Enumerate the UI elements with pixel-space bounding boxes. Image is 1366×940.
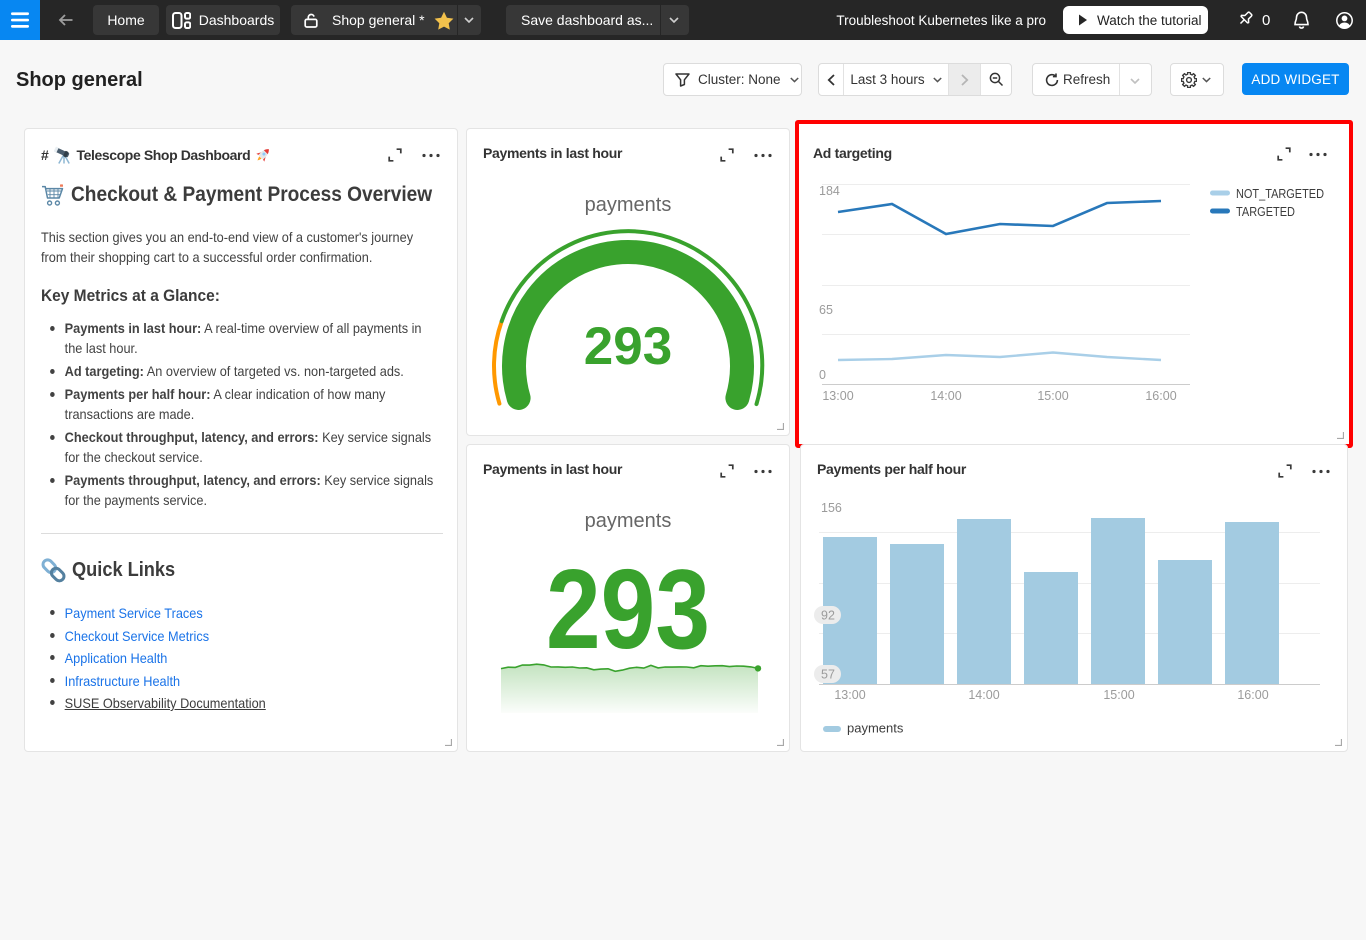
svg-text:14:00: 14:00 — [968, 688, 999, 702]
svg-text:156: 156 — [821, 501, 842, 515]
svg-text:92: 92 — [821, 609, 835, 623]
svg-text:65: 65 — [819, 303, 833, 317]
svg-text:15:00: 15:00 — [1103, 688, 1134, 702]
svg-text:NOT_TARGETED: NOT_TARGETED — [1236, 186, 1324, 201]
svg-text:13:00: 13:00 — [834, 688, 865, 702]
svg-text:57: 57 — [821, 668, 835, 682]
svg-text:184: 184 — [819, 184, 840, 198]
svg-text:payments: payments — [847, 721, 904, 736]
svg-text:payments: payments — [585, 194, 672, 216]
svg-text:16:00: 16:00 — [1145, 389, 1176, 403]
svg-text:0: 0 — [819, 368, 826, 382]
svg-text:payments: payments — [585, 510, 672, 532]
svg-text:293: 293 — [584, 317, 672, 376]
svg-text:15:00: 15:00 — [1037, 389, 1068, 403]
svg-text:293: 293 — [546, 546, 710, 672]
svg-text:14:00: 14:00 — [930, 389, 961, 403]
svg-text:16:00: 16:00 — [1237, 688, 1268, 702]
svg-text:TARGETED: TARGETED — [1236, 204, 1295, 219]
svg-text:13:00: 13:00 — [822, 389, 853, 403]
